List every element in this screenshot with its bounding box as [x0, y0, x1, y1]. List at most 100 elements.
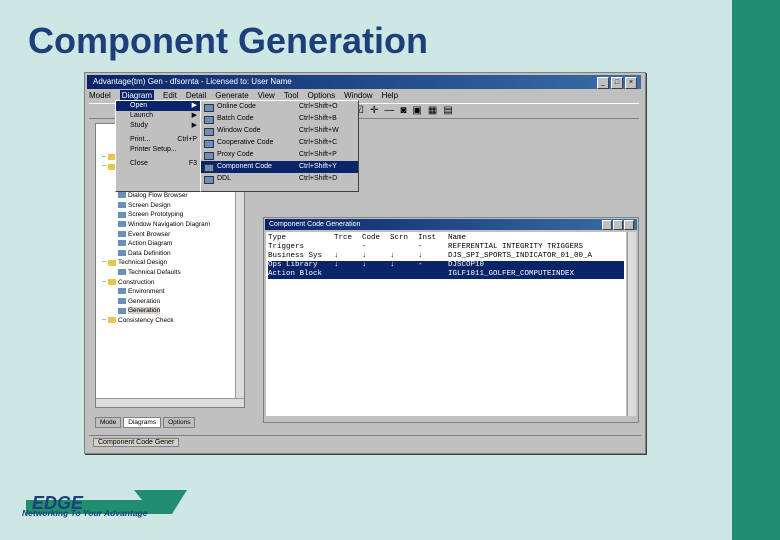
ccg-header-name[interactable]: Name	[448, 234, 466, 243]
menu-item-study[interactable]: Study ▶	[116, 121, 201, 131]
cooperative-code-icon	[204, 140, 214, 148]
app-title-bar: Advantage(tm) Gen - dfsornta - Licensed …	[87, 75, 641, 89]
ccg-header-type[interactable]: Type	[268, 234, 286, 243]
panel-tabs: Mode Diagrams Options	[95, 417, 196, 428]
menu-item-open[interactable]: Open ▶	[116, 101, 201, 111]
component-code-generation-window: Component Code Generation Type Trce Code…	[263, 217, 639, 423]
tree-item-label: Technical Defaults	[128, 268, 181, 276]
submenu-batch-code[interactable]: Batch Code Ctrl+Shift+B	[201, 113, 358, 125]
submenu-cooperative-code[interactable]: Cooperative Code Ctrl+Shift+C	[201, 137, 358, 149]
tree-item[interactable]: Generation	[96, 297, 244, 307]
diagram-icon	[118, 192, 126, 199]
expand-icon[interactable]: −	[100, 153, 108, 163]
tree-item[interactable]: Dialog Flow Browser	[96, 191, 244, 201]
submenu-ddl[interactable]: DDL Ctrl+Shift+D	[201, 173, 358, 185]
zoom-icon[interactable]: ◙	[400, 105, 406, 116]
tree-item[interactable]: Technical Defaults	[96, 268, 244, 278]
tree-item[interactable]: Event Browser	[96, 230, 244, 240]
folder-icon	[108, 278, 116, 285]
menu-item-close[interactable]: Close F3	[116, 159, 201, 169]
ccg-cell-scrn: ↓	[390, 252, 395, 260]
submenu-component-code[interactable]: Component Code Ctrl+Shift+Y	[201, 161, 358, 173]
tree-horizontal-scrollbar[interactable]	[96, 398, 244, 407]
ccg-table-row[interactable]: Triggers - - REFERENTIAL INTEGRITY TRIGGERS	[268, 243, 624, 252]
window-code-icon	[204, 128, 214, 136]
submenu-online-code[interactable]: Online Code Ctrl+Shift+O	[201, 101, 358, 113]
tree-item[interactable]: Window Navigation Diagram	[96, 220, 244, 230]
expand-icon[interactable]: −	[100, 162, 108, 172]
ccg-close-button[interactable]	[624, 220, 634, 230]
ddl-icon	[204, 176, 214, 184]
ccg-header-inst[interactable]: Inst	[418, 234, 436, 243]
tree-item-label: Generation	[128, 297, 161, 305]
tree-item-label: Screen Design	[128, 201, 171, 209]
menu-item-print[interactable]: Print... Ctrl+P	[116, 135, 201, 145]
toolbar-icons: ☑ ✛ — ◙ ▣ ▦ ▤	[355, 105, 453, 116]
tree-item-label: Environment	[128, 288, 165, 296]
tree-item[interactable]: Screen Prototyping	[96, 210, 244, 220]
tree-item-label: Generation	[128, 307, 161, 315]
tree-item-label: Screen Prototyping	[128, 211, 184, 219]
diagram-icon	[118, 307, 126, 314]
diagram-menu: Open ▶ Launch ▶ Study ▶ Print... Ctrl+P Prin…	[115, 100, 202, 192]
maximize-button[interactable]: □	[611, 77, 623, 89]
ccg-title: Component Code Generation	[269, 221, 361, 228]
tree-item[interactable]: Action Diagram	[96, 239, 244, 249]
expand-icon[interactable]: −	[100, 258, 108, 268]
open-submenu: Online Code Ctrl+Shift+O Batch Code Ctrl+S…	[200, 100, 359, 192]
ccg-minimize-button[interactable]	[602, 220, 612, 230]
expand-icon[interactable]: −	[100, 278, 108, 288]
tree-item[interactable]: − Construction	[96, 278, 244, 288]
ccg-maximize-button[interactable]	[613, 220, 623, 230]
ccg-vertical-scrollbar[interactable]	[627, 232, 636, 416]
diagram-icon	[118, 240, 126, 247]
ccg-header-scrn[interactable]: Scrn	[390, 234, 408, 243]
close-button[interactable]: ×	[625, 77, 637, 89]
batch-code-icon	[204, 116, 214, 124]
ccg-table-row[interactable]: Action Block IGLF1011_GOLFER_COMPUTEINDEX	[268, 270, 624, 279]
slide-title: Component Generation	[28, 20, 429, 61]
pointer-icon[interactable]: ✛	[370, 105, 378, 116]
folder-icon	[108, 259, 116, 266]
diagram-icon	[118, 211, 126, 218]
folder-icon	[108, 317, 116, 324]
status-text: Component Code Gener	[93, 438, 180, 447]
save-icon[interactable]: ▣	[412, 105, 421, 116]
menu-item-printer-setup[interactable]: Printer Setup...	[116, 145, 201, 155]
grid-icon[interactable]: ▦	[428, 105, 437, 116]
minimize-button[interactable]: _	[597, 77, 609, 89]
ccg-cell-name: REFERENTIAL INTEGRITY TRIGGERS	[448, 243, 584, 251]
tree-item[interactable]: Environment	[96, 287, 244, 297]
ccg-header-trce[interactable]: Trce	[334, 234, 352, 243]
ccg-header-row: Type Trce Code Scrn Inst Name	[268, 234, 624, 243]
ccg-table-row[interactable]: Ops Library ↓ ↓ ↓ - DJSCOP10	[268, 261, 624, 270]
tab-mode[interactable]: Mode	[95, 417, 122, 428]
tab-diagrams[interactable]: Diagrams	[123, 417, 162, 428]
menu-help[interactable]: Help	[382, 90, 398, 102]
line-icon[interactable]: —	[384, 105, 394, 116]
table-icon[interactable]: ▤	[443, 105, 452, 116]
tree-item[interactable]: Generation	[96, 306, 244, 316]
tree-item-label: Action Diagram	[128, 240, 173, 248]
ccg-header-code[interactable]: Code	[362, 234, 380, 243]
tree-item[interactable]: Screen Design	[96, 201, 244, 211]
menu-item-launch[interactable]: Launch ▶	[116, 111, 201, 121]
tagline: Networking To Your Advantage	[22, 508, 148, 518]
tree-item[interactable]: Data Definition	[96, 249, 244, 259]
tree-item[interactable]: − Consistency Check	[96, 316, 244, 326]
menu-model[interactable]: Model	[89, 90, 111, 102]
ccg-cell-code: ↓	[362, 252, 367, 260]
ccg-cell-scrn: ↓	[390, 261, 395, 269]
ccg-cell-trce: ↓	[334, 252, 339, 260]
ccg-table-row[interactable]: Business Sys ↓ ↓ ↓ ↓ DJS_SPI_SPORTS_INDICATOR…	[268, 252, 624, 261]
submenu-window-code[interactable]: Window Code Ctrl+Shift+W	[201, 125, 358, 137]
app-title: Advantage(tm) Gen - dfsornta - Licensed …	[93, 77, 292, 86]
submenu-proxy-code[interactable]: Proxy Code Ctrl+Shift+P	[201, 149, 358, 161]
tree-item[interactable]: − Technical Design	[96, 258, 244, 268]
tab-options[interactable]: Options	[163, 417, 196, 428]
diagram-icon	[118, 230, 126, 237]
diagram-icon	[118, 297, 126, 304]
expand-icon[interactable]: −	[100, 316, 108, 326]
tree-item-label: Consistency Check	[118, 316, 174, 324]
ccg-cell-code: ↓	[362, 261, 367, 269]
